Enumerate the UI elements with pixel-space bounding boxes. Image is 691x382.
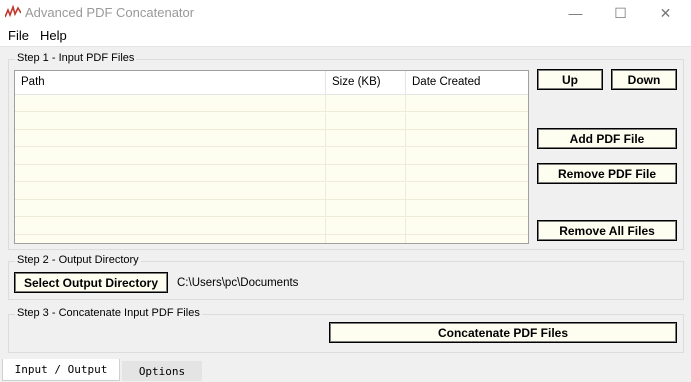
step3-title: Step 3 - Concatenate Input PDF Files [15,307,202,319]
list-cell [406,218,528,235]
list-item [15,112,528,130]
list-cell [326,130,406,147]
close-button[interactable]: ✕ [643,0,688,26]
column-path[interactable]: Path [15,71,326,95]
select-output-directory-button[interactable]: Select Output Directory [14,272,168,293]
list-cell [15,95,326,112]
list-cell [406,113,528,130]
list-item [15,147,528,165]
list-cell [406,235,528,243]
input-files-list[interactable]: Path Size (KB) Date Created [14,70,529,244]
minimize-button[interactable]: — [553,0,598,26]
list-item [15,217,528,235]
list-cell [15,130,326,147]
step2-group: Step 2 - Output Directory Select Output … [8,254,684,300]
list-cell [406,183,528,200]
step2-title: Step 2 - Output Directory [15,254,141,266]
step1-title: Step 1 - Input PDF Files [15,52,137,64]
concatenate-pdf-files-button[interactable]: Concatenate PDF Files [329,322,677,343]
list-item [15,235,528,243]
list-cell [406,95,528,112]
list-cell [326,165,406,182]
list-cell [326,95,406,112]
menu-help[interactable]: Help [40,28,67,43]
list-header: Path Size (KB) Date Created [15,71,528,95]
step1-group: Step 1 - Input PDF Files Path Size (KB) … [8,52,684,250]
list-cell [326,235,406,243]
move-down-button[interactable]: Down [611,69,677,90]
list-cell [406,165,528,182]
list-item [15,130,528,147]
column-date-created[interactable]: Date Created [406,71,528,95]
list-cell [326,200,406,217]
app-logo-icon [5,5,21,18]
menu-bar: File Help [0,26,691,46]
main-panel: Step 1 - Input PDF Files Path Size (KB) … [0,46,691,382]
maximize-button[interactable]: ☐ [598,0,643,26]
list-cell [15,165,326,182]
list-cell [406,148,528,165]
list-cell [406,130,528,147]
list-item [15,182,528,200]
menu-file[interactable]: File [8,28,29,43]
column-size[interactable]: Size (KB) [326,71,406,95]
tab-input-output[interactable]: Input / Output [2,359,120,381]
list-cell [15,147,326,165]
remove-pdf-file-button[interactable]: Remove PDF File [537,163,677,184]
add-pdf-file-button[interactable]: Add PDF File [537,128,677,149]
list-cell [15,182,326,200]
list-item [15,165,528,182]
list-cell [15,112,326,130]
tab-options[interactable]: Options [122,361,202,381]
list-cell [15,217,326,235]
list-cell [326,112,406,130]
list-cell [406,200,528,217]
list-cell [326,217,406,235]
list-cell [326,182,406,200]
list-cell [15,200,326,217]
step3-group: Step 3 - Concatenate Input PDF Files Con… [8,307,684,353]
remove-all-files-button[interactable]: Remove All Files [537,220,677,241]
tab-strip: Input / Output Options [0,359,691,382]
output-directory-path: C:\Users\pc\Documents [177,277,299,289]
list-cell [15,235,326,243]
window-title: Advanced PDF Concatenator [25,5,195,20]
move-up-button[interactable]: Up [537,69,603,90]
list-item [15,95,528,112]
title-bar: Advanced PDF Concatenator — ☐ ✕ [0,0,691,26]
list-cell [326,147,406,165]
list-item [15,200,528,217]
